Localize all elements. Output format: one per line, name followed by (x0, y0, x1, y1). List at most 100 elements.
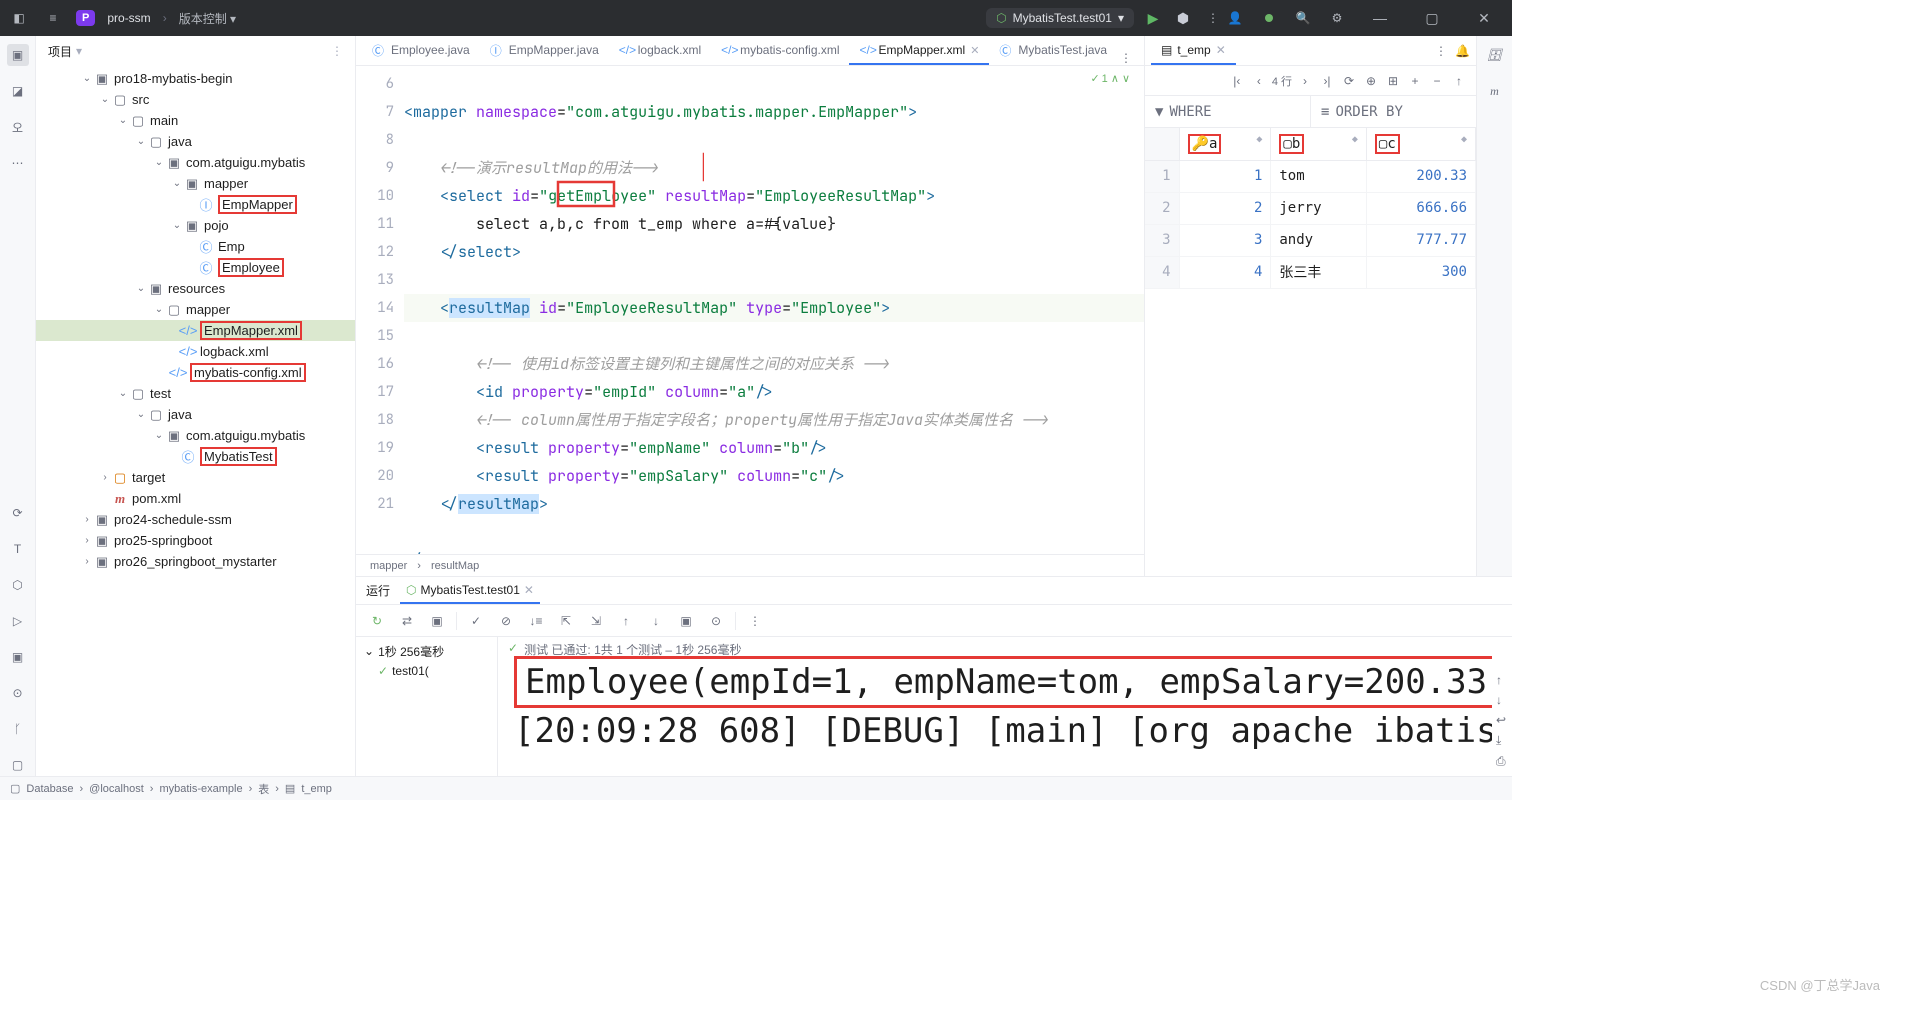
commit-tool-icon[interactable]: ⟳ (7, 502, 29, 524)
where-filter[interactable]: ▼WHERE (1145, 96, 1311, 127)
tree-item[interactable]: </>logback.xml (36, 341, 355, 362)
database-tool-icon[interactable]: 🗄 (1484, 44, 1506, 66)
test-tree[interactable]: ⌄1秒 256毫秒 ✓test01( (356, 637, 498, 776)
project-tool-icon[interactable]: ▣ (7, 44, 29, 66)
col-c[interactable]: ▢c◆ (1366, 128, 1475, 160)
settings-icon[interactable]: ⚙ (1326, 7, 1348, 29)
tree-item[interactable]: mpom.xml (36, 488, 355, 509)
table-row[interactable]: 11tom200.33 (1145, 160, 1476, 192)
tree-item[interactable]: ⌄▣pojo (36, 215, 355, 236)
print-icon[interactable]: ⎙ (1496, 754, 1506, 769)
tree-item[interactable]: ⌄▢java (36, 131, 355, 152)
col-b[interactable]: ▢b◆ (1271, 128, 1367, 160)
scroll-end-icon[interactable]: ⤓ (1496, 733, 1506, 748)
run-button[interactable]: ▶ (1142, 7, 1164, 29)
show-fail-icon[interactable]: ⊘ (495, 610, 517, 632)
maximize-button[interactable]: ▢ (1412, 0, 1452, 36)
run-tab[interactable]: ⬡MybatisTest.test01✕ (400, 578, 540, 604)
code-content[interactable]: <mapper namespace="com.atguigu.mybatis.m… (404, 66, 1144, 554)
tree-item[interactable]: ⌄▣com.atguigu.mybatis (36, 425, 355, 446)
structure-tool-icon[interactable]: 오 (7, 116, 29, 138)
tree-item[interactable]: ⌄▢mapper (36, 299, 355, 320)
editor-body[interactable]: ✓ 1 ∧ ∨ 6789101112131415161718192021 <ma… (356, 66, 1144, 554)
more-icon[interactable]: ⋮ (744, 610, 766, 632)
status-crumb[interactable]: mybatis-example (159, 783, 242, 795)
tree-item[interactable]: ⌄▣mapper (36, 173, 355, 194)
db-table[interactable]: 🔑a◆ ▢b◆ ▢c◆ 11tom200.33 22jerry666.66 33… (1145, 128, 1476, 576)
scroll-down-icon[interactable]: ↓ (1496, 693, 1506, 707)
tree-item[interactable]: ›▣pro26_springboot_mystarter (36, 551, 355, 572)
status-crumb[interactable]: Database (26, 783, 73, 795)
close-icon[interactable]: ✕ (524, 583, 534, 597)
problems-tool-icon[interactable]: ⊙ (7, 682, 29, 704)
tree-item[interactable]: ›▣pro24-schedule-ssm (36, 509, 355, 530)
delete-row-icon[interactable]: − (1428, 74, 1446, 88)
tree-item[interactable]: ⌄▢test (36, 383, 355, 404)
tree-item[interactable]: </>mybatis-config.xml (36, 362, 355, 383)
table-row[interactable]: 44张三丰300 (1145, 256, 1476, 288)
more-run-icon[interactable]: ⋮ (1202, 7, 1224, 29)
tab-empmapper-xml[interactable]: </>EmpMapper.xml✕ (849, 37, 989, 65)
tree-item[interactable]: ⌄▢java (36, 404, 355, 425)
commit-icon[interactable]: ⊕ (1362, 74, 1380, 88)
toggle-icon[interactable]: ⇄ (396, 610, 418, 632)
show-pass-icon[interactable]: ✓ (465, 610, 487, 632)
collapse-icon[interactable]: ⇲ (585, 610, 607, 632)
rerun-icon[interactable]: ↻ (366, 610, 388, 632)
sort-icon[interactable]: ↓≡ (525, 610, 547, 632)
table-row[interactable]: 33andy777.77 (1145, 224, 1476, 256)
tree-item[interactable]: ⒾEmpMapper (36, 194, 355, 215)
git-tool-icon[interactable]: ᚴ (7, 718, 29, 740)
export-test-icon[interactable]: ▣ (675, 610, 697, 632)
prev-fail-icon[interactable]: ↑ (615, 610, 637, 632)
export-icon[interactable]: ↑ (1450, 74, 1468, 88)
bookmarks-tool-icon[interactable]: ◪ (7, 80, 29, 102)
close-button[interactable]: ✕ (1464, 0, 1504, 36)
search-icon[interactable]: 🔍 (1292, 7, 1314, 29)
tab-mybatistest-java[interactable]: ⒸMybatisTest.java (989, 37, 1117, 65)
tree-item[interactable]: ›▣pro25-springboot (36, 530, 355, 551)
last-page-icon[interactable]: ›| (1318, 74, 1336, 88)
project-tree[interactable]: ⌄▣pro18-mybatis-begin ⌄▢src ⌄▢main ⌄▢jav… (36, 66, 355, 776)
tree-item[interactable]: ⒸEmployee (36, 257, 355, 278)
account-icon[interactable]: 👤 (1224, 7, 1246, 29)
rollback-icon[interactable]: ⊞ (1384, 74, 1402, 88)
soft-wrap-icon[interactable]: ↩ (1496, 713, 1506, 727)
tree-item[interactable]: ⌄▣pro18-mybatis-begin (36, 68, 355, 89)
tree-item[interactable]: ⌄▢main (36, 110, 355, 131)
stop-icon[interactable]: ▣ (426, 610, 448, 632)
status-crumb[interactable]: @localhost (89, 783, 144, 795)
tree-item-selected[interactable]: </>EmpMapper.xml (36, 320, 355, 341)
tab-employee-java[interactable]: ⒸEmployee.java (362, 37, 480, 65)
db-tab[interactable]: ▤t_emp✕ (1151, 37, 1236, 65)
tab-more-icon[interactable]: ⋮ (1120, 51, 1132, 65)
sync-icon[interactable] (1258, 7, 1280, 29)
breadcrumb[interactable]: mapper›resultMap (356, 554, 1144, 576)
run-tool-icon[interactable]: ▷ (7, 610, 29, 632)
db-more-icon[interactable]: ⋮ (1435, 44, 1447, 58)
services-tool-icon[interactable]: ⬡ (7, 574, 29, 596)
first-page-icon[interactable]: |‹ (1228, 74, 1246, 88)
run-config-selector[interactable]: ⬡ MybatisTest.test01 ▾ (986, 8, 1134, 28)
status-crumb[interactable]: t_emp (301, 783, 332, 795)
prev-page-icon[interactable]: ‹ (1250, 74, 1268, 88)
reload-icon[interactable]: ⟳ (1340, 74, 1358, 88)
next-fail-icon[interactable]: ↓ (645, 610, 667, 632)
tree-item[interactable]: ⒸMybatisTest (36, 446, 355, 467)
tree-item[interactable]: ›▢target (36, 467, 355, 488)
tab-empmapper-java[interactable]: ⒾEmpMapper.java (480, 37, 609, 65)
add-row-icon[interactable]: + (1406, 74, 1424, 88)
tree-item[interactable]: ⒸEmp (36, 236, 355, 257)
tab-logback-xml[interactable]: </>logback.xml (609, 37, 711, 65)
minimize-button[interactable]: — (1360, 0, 1400, 36)
table-row[interactable]: 22jerry666.66 (1145, 192, 1476, 224)
tab-mybatis-config[interactable]: </>mybatis-config.xml (711, 37, 849, 65)
hamburger-icon[interactable]: ≡ (42, 7, 64, 29)
terminal-tool-icon[interactable]: ▣ (7, 646, 29, 668)
status-crumb[interactable]: 表 (258, 781, 269, 797)
project-header[interactable]: 项目 ▾ ⋮ (36, 36, 355, 66)
more-tool-icon[interactable]: ⋯ (7, 152, 29, 174)
notifications-icon[interactable]: 🔔 (1455, 44, 1470, 58)
app-icon[interactable]: ◧ (8, 7, 30, 29)
orderby-filter[interactable]: ≡ORDER BY (1311, 96, 1476, 127)
